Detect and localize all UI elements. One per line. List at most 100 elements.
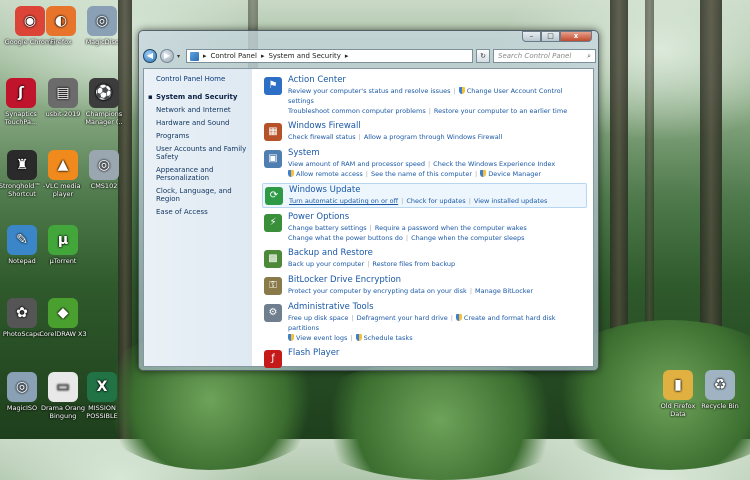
desktop-icon[interactable]: ◎ MagicDisc (76, 6, 128, 46)
task-link[interactable]: Turn automatic updating on or off (289, 197, 398, 205)
task-link[interactable]: Check for updates (406, 197, 465, 205)
desktop-icon-glyph: ▲ (48, 150, 78, 180)
breadcrumb-control-panel[interactable]: Control Panel (211, 52, 257, 60)
category-links: View amount of RAM and processor speed | C… (288, 159, 558, 169)
link-separator: | (365, 170, 368, 178)
task-link[interactable]: Restore your computer to an earlier time (434, 107, 567, 115)
task-link[interactable]: Back up your computer (288, 260, 364, 268)
breadcrumb-system-security[interactable]: System and Security (268, 52, 340, 60)
task-link[interactable]: Change battery settings (288, 224, 367, 232)
task-link[interactable]: Device Manager (488, 170, 541, 178)
computer-icon[interactable]: ▣ (264, 150, 282, 168)
desktop-icon-glyph: ▤ (48, 78, 78, 108)
close-button[interactable]: x (560, 31, 592, 42)
search-input[interactable]: Search Control Panel ⌕ (493, 49, 596, 63)
admin-tools-icon[interactable]: ⚙ (264, 304, 282, 322)
task-link[interactable]: View installed updates (474, 197, 547, 205)
task-link[interactable]: Require a password when the computer wak… (375, 224, 527, 232)
flash-icon[interactable]: ƒ (264, 350, 282, 368)
breadcrumb-sep-1: ▸ (260, 52, 265, 60)
desktop-icon[interactable]: ◆ CorelDRAW X3 (37, 298, 89, 338)
category-title[interactable]: Windows Firewall (288, 121, 505, 132)
desktop-icon[interactable]: µ µTorrent (37, 225, 89, 265)
task-link[interactable]: Check firewall status (288, 133, 356, 141)
desktop-icon-label: MISSION POSSIBLE (86, 404, 118, 420)
category-title[interactable]: BitLocker Drive Encryption (288, 275, 536, 286)
task-link[interactable]: Allow remote access (296, 170, 363, 178)
recent-pages-dropdown[interactable]: ▾ (177, 53, 183, 60)
refresh-icon[interactable]: ↻ (476, 49, 490, 63)
category-title[interactable]: Administrative Tools (288, 302, 585, 313)
desktop-icon[interactable]: ♻ Recycle Bin (694, 370, 746, 410)
task-link[interactable]: View amount of RAM and processor speed (288, 160, 425, 168)
desktop-icon[interactable]: X MISSION POSSIBLE (76, 372, 128, 420)
task-link[interactable]: Change when the computer sleeps (411, 234, 524, 242)
task-link[interactable]: Manage BitLocker (475, 287, 533, 295)
sidebar-item[interactable]: Hardware and Sound (156, 119, 252, 127)
category-title[interactable]: Windows Update (289, 185, 550, 196)
back-button[interactable]: ◀ (143, 49, 157, 63)
maximize-button[interactable]: □ (541, 31, 560, 42)
power-icon[interactable]: ⚡ (264, 214, 282, 232)
sidebar-item[interactable]: Clock, Language, and Region (156, 187, 252, 203)
sidebar-item[interactable]: Ease of Access (156, 208, 252, 216)
sidebar-item[interactable]: Programs (156, 132, 252, 140)
category-links: Change what the power buttons do | Change … (288, 233, 530, 243)
sidebar-item[interactable]: Network and Internet (156, 106, 252, 114)
category-backup-and-restore: ▩ Backup and Restore Back up your computer… (262, 247, 587, 271)
category-links: Review your computer's status and resolv… (288, 86, 585, 106)
forward-button[interactable]: ▶ (160, 49, 174, 63)
desktop-icon-glyph: ◎ (87, 6, 117, 36)
task-link[interactable]: Allow a program through Windows Firewall (364, 133, 502, 141)
task-link[interactable]: Restore files from backup (372, 260, 455, 268)
desktop-icon-label: CMS102 (90, 182, 118, 190)
firewall-icon[interactable]: ▦ (264, 123, 282, 141)
backup-icon[interactable]: ▩ (264, 250, 282, 268)
desktop-icon-glyph: ▭ (48, 372, 78, 402)
task-link[interactable]: Change what the power buttons do (288, 234, 403, 242)
desktop-icon[interactable]: ⚽ Champions Manager (.. (78, 78, 130, 126)
category-windows-firewall: ▦ Windows Firewall Check firewall status | A… (262, 120, 587, 144)
task-link[interactable]: View event logs (296, 334, 347, 342)
task-link[interactable]: See the name of this computer (371, 170, 472, 178)
category-body: Flash Player (288, 348, 339, 370)
control-panel-icon (190, 51, 199, 61)
category-links: Turn automatic updating on or off | Check … (289, 196, 550, 206)
task-link[interactable]: Check the Windows Experience Index (433, 160, 555, 168)
task-link[interactable]: Troubleshoot common computer problems (288, 107, 426, 115)
category-links: Protect your computer by encrypting data… (288, 286, 536, 296)
sidebar-item[interactable]: System and Security (156, 93, 252, 101)
desktop-icon-glyph: ◆ (48, 298, 78, 328)
desktop-icon-glyph: ♻ (705, 370, 735, 400)
desktop-icon-label: Champions Manager (.. (85, 110, 123, 126)
desktop-icon-glyph: ♜ (7, 150, 37, 180)
category-title[interactable]: Backup and Restore (288, 248, 458, 259)
category-body: Windows Firewall Check firewall status | Al… (288, 121, 505, 143)
control-panel-window[interactable]: – □ x ◀ ▶ ▾ ▸ Control Panel ▸ System and… (138, 30, 599, 371)
task-link[interactable]: Protect your computer by encrypting data… (288, 287, 467, 295)
category-system: ▣ System View amount of RAM and processor … (262, 147, 587, 180)
desktop-icon-glyph: ◎ (89, 150, 119, 180)
task-link[interactable]: Free up disk space (288, 314, 348, 322)
desktop-icon-label: Recycle Bin (701, 402, 739, 410)
task-link[interactable]: Defragment your hard drive (357, 314, 448, 322)
category-title[interactable]: Action Center (288, 75, 585, 86)
task-link[interactable]: Review your computer's status and resolv… (288, 87, 451, 95)
sidebar-home-link[interactable]: Control Panel Home (156, 75, 252, 83)
category-title[interactable]: System (288, 148, 558, 159)
category-body: System View amount of RAM and processor s… (288, 148, 558, 179)
minimize-button[interactable]: – (522, 31, 541, 42)
bitlocker-icon[interactable]: ⚿ (264, 277, 282, 295)
category-title[interactable]: Power Options (288, 212, 530, 223)
task-link[interactable]: Schedule tasks (364, 334, 413, 342)
desktop-icon[interactable]: ◎ CMS102 (78, 150, 130, 190)
breadcrumb[interactable]: ▸ Control Panel ▸ System and Security ▸ (186, 49, 473, 63)
sidebar-item[interactable]: Appearance and Personalization (156, 166, 252, 182)
sidebar-item[interactable]: User Accounts and Family Safety (156, 145, 252, 161)
flag-icon[interactable]: ⚑ (264, 77, 282, 95)
category-title[interactable]: Flash Player (288, 348, 339, 359)
link-separator: | (453, 87, 456, 95)
windows-update-icon[interactable]: ⟳ (265, 187, 283, 205)
desktop-icon-glyph: ⚽ (89, 78, 119, 108)
category-bitlocker-drive-encryption: ⚿ BitLocker Drive Encryption Protect your … (262, 274, 587, 298)
